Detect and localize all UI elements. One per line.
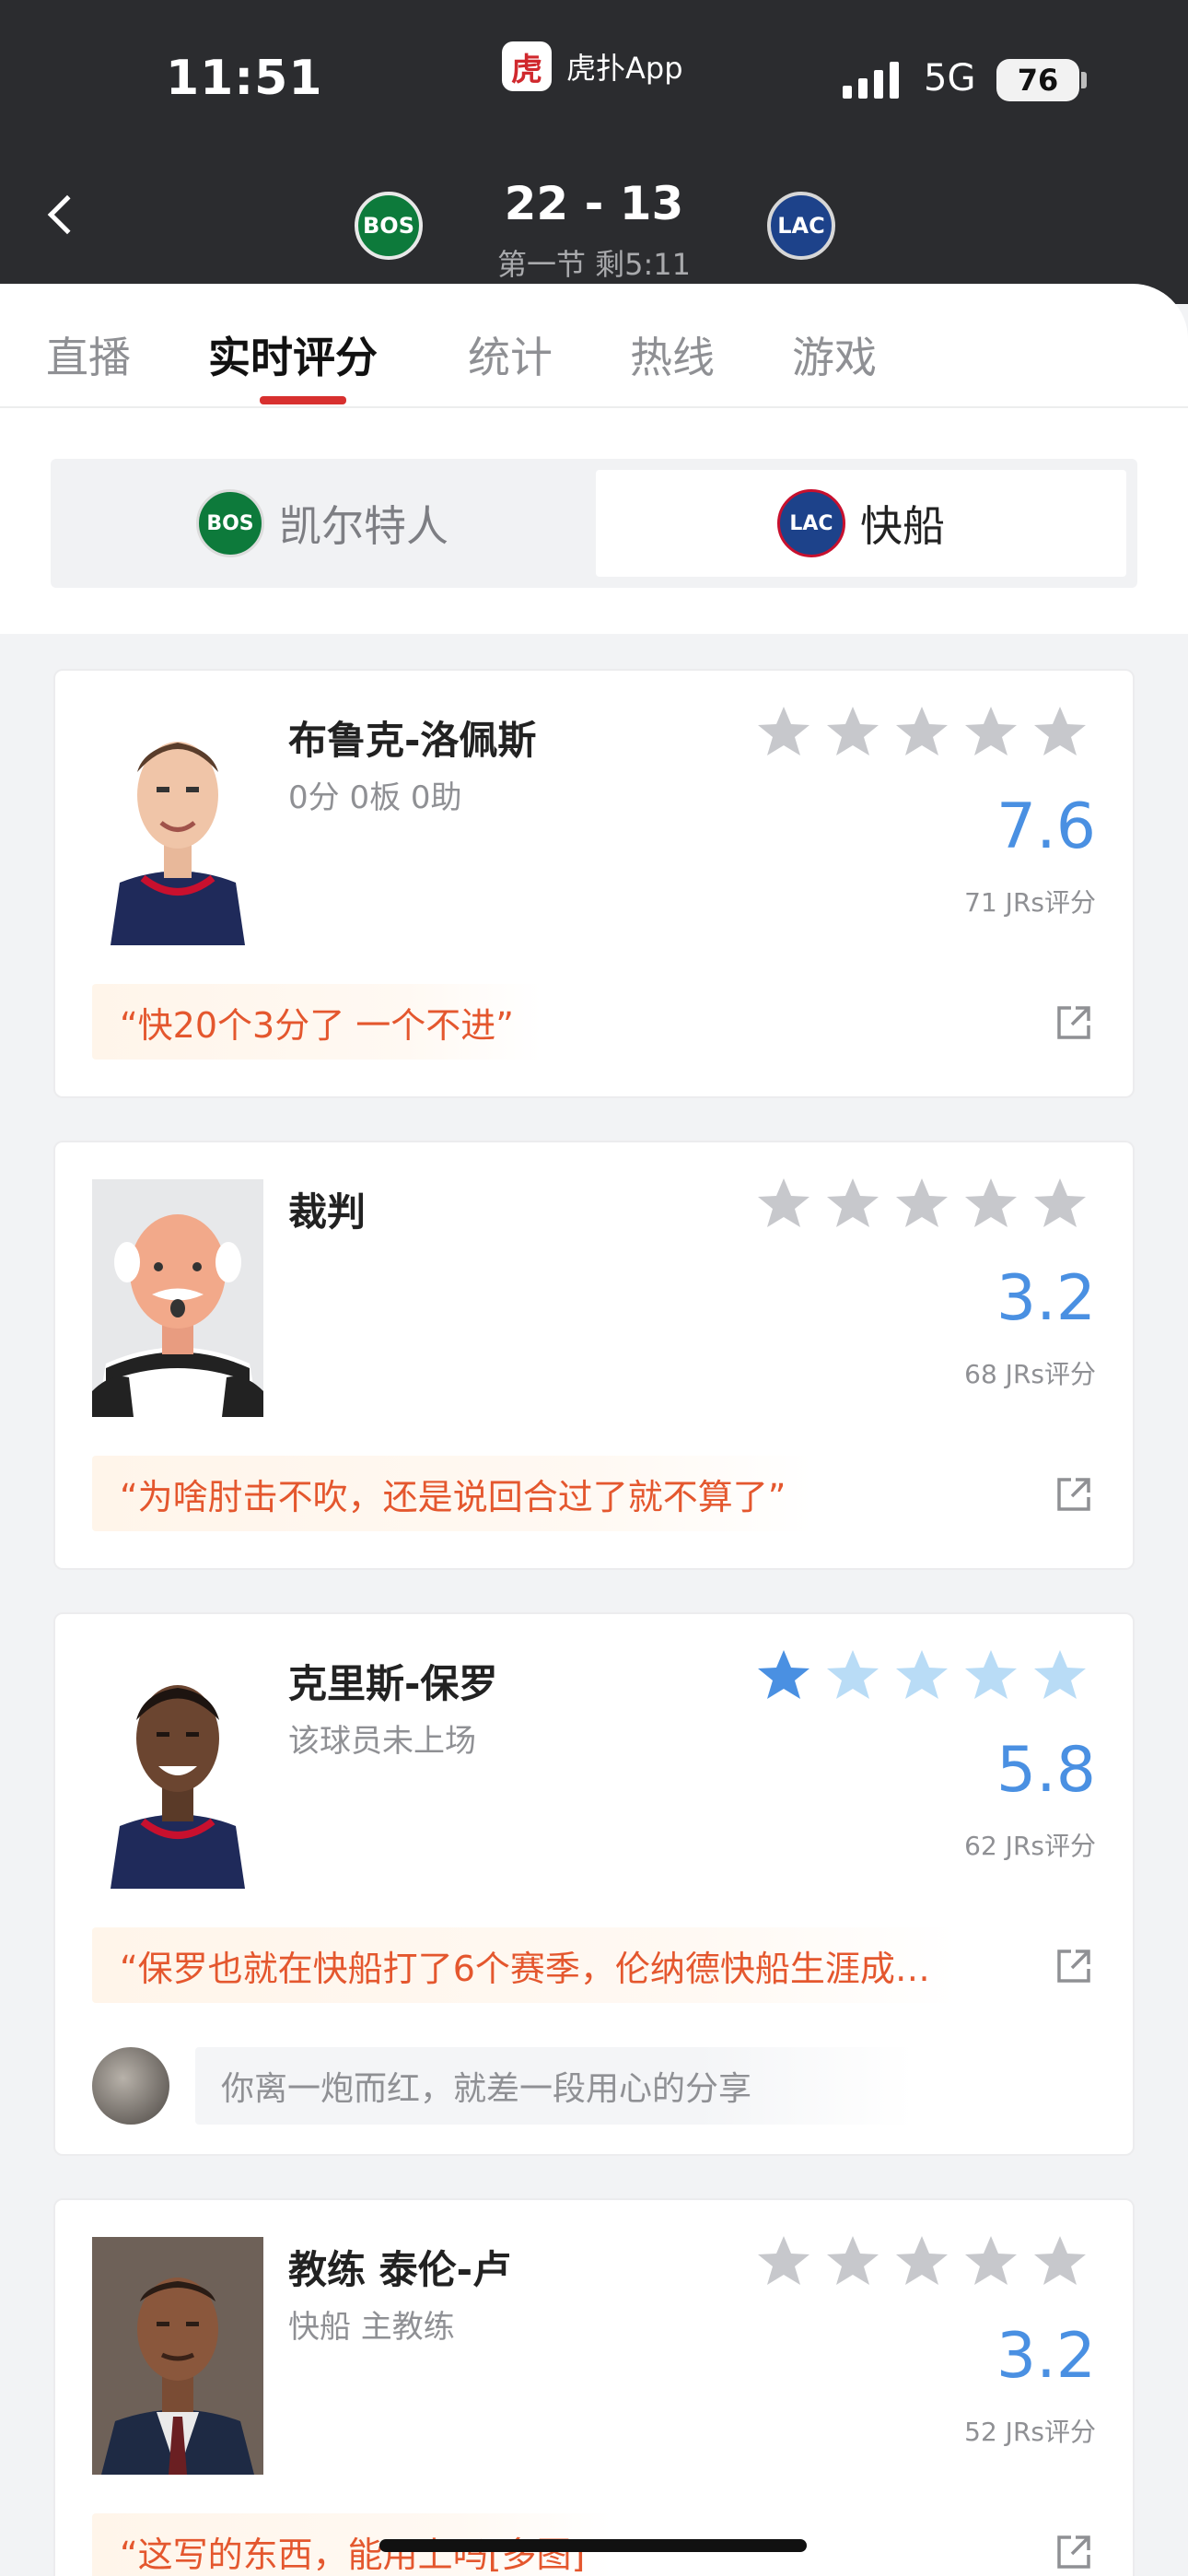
star-icon[interactable] [962,2233,1019,2290]
comment-input[interactable]: 你离一炮而红，就差一段用心的分享 [195,2047,914,2125]
star-icon[interactable] [755,1647,812,1704]
team-name: 快船 [860,501,945,551]
star-icon[interactable] [824,1176,881,1233]
star-rating[interactable] [755,2233,1089,2290]
clippers-logo-icon: LAC [777,489,845,557]
star-icon[interactable] [755,1176,812,1233]
player-avatar [92,708,263,945]
star-icon[interactable] [893,704,950,761]
share-icon[interactable] [1055,1476,1092,1513]
rating-count: 62 JRs评分 [964,1831,1096,1861]
referee-avatar [92,1179,263,1417]
coach-avatar [92,2237,263,2475]
rating-count: 68 JRs评分 [964,1359,1096,1389]
player-name: 克里斯-保罗 [288,1661,498,1706]
star-icon[interactable] [893,1176,950,1233]
share-icon[interactable] [1055,1004,1092,1041]
star-icon[interactable] [824,2233,881,2290]
rating-card[interactable]: 布鲁克-洛佩斯 0分 0板 0助 7.6 71 JRs评分 “快20个3分了 一… [53,669,1135,1098]
app-indicator: 虎 虎扑App [502,41,683,91]
battery-icon: 76 [996,59,1079,101]
star-icon[interactable] [962,1647,1019,1704]
battery-tip [1081,72,1087,88]
star-rating[interactable] [755,1176,1089,1233]
star-icon[interactable] [824,704,881,761]
star-icon[interactable] [824,1647,881,1704]
team-name: 凯尔特人 [279,501,448,551]
clippers-logo-icon[interactable]: LAC [767,192,835,260]
player-name: 布鲁克-洛佩斯 [288,718,537,763]
game-header: 11:51 虎 虎扑App 5G 76 BOS 22 - 13 第一节 剩5:1… [0,0,1188,304]
star-icon[interactable] [755,2233,812,2290]
top-comment[interactable]: “为啥肘击不吹，还是说回合过了就不算了” [92,1456,814,1531]
share-icon[interactable] [1055,2534,1092,2570]
average-rating: 3.2 [996,2320,1096,2393]
comment-composer: 你离一炮而红，就差一段用心的分享 [92,2047,914,2125]
star-icon[interactable] [1031,1647,1089,1704]
star-icon[interactable] [1031,2233,1089,2290]
active-tab-indicator [260,396,346,404]
player-stats: 0分 0板 0助 [288,779,462,816]
rating-card[interactable]: 克里斯-保罗 该球员未上场 5.8 62 JRs评分 “保罗也就在快船打了6个赛… [53,1612,1135,2156]
star-icon[interactable] [962,1176,1019,1233]
star-icon[interactable] [893,1647,950,1704]
tab-games[interactable]: 游戏 [792,324,877,385]
rating-count: 71 JRs评分 [964,887,1096,918]
average-rating: 3.2 [996,1262,1096,1335]
rating-count: 52 JRs评分 [964,2417,1096,2447]
star-rating[interactable] [755,704,1089,761]
share-icon[interactable] [1055,1948,1092,1985]
player-stats: 该球员未上场 [288,1723,476,1760]
star-icon[interactable] [1031,704,1089,761]
top-comment[interactable]: “保罗也就在快船打了6个赛季，伦纳德快船生涯成… [92,1927,958,2003]
tab-live-rating[interactable]: 实时评分 [208,324,378,385]
team-clippers-button[interactable]: LAC 快船 [596,470,1126,577]
app-name: 虎扑App [566,51,683,86]
signal-icon [843,60,899,99]
average-rating: 7.6 [996,790,1096,863]
home-indicator [379,2539,807,2552]
network-type: 5G [924,57,976,100]
tab-hotline[interactable]: 热线 [630,324,715,385]
player-avatar [92,1651,263,1889]
average-rating: 5.8 [996,1734,1096,1807]
star-icon[interactable] [1031,1176,1089,1233]
player-stats: 快船 主教练 [288,2309,455,2346]
tab-stats[interactable]: 统计 [468,324,553,385]
tab-bar: 直播 实时评分 统计 热线 游戏 [0,284,1188,408]
team-celtics-button[interactable]: BOS 凯尔特人 [51,470,594,577]
tab-live[interactable]: 直播 [46,324,131,385]
star-icon[interactable] [893,2233,950,2290]
user-avatar[interactable] [92,2047,169,2125]
player-name: 裁判 [288,1189,367,1235]
battery-level: 76 [1017,63,1059,98]
top-comment[interactable]: “快20个3分了 一个不进” [92,984,542,1060]
rating-card[interactable]: 裁判 3.2 68 JRs评分 “为啥肘击不吹，还是说回合过了就不算了” [53,1141,1135,1570]
star-rating[interactable] [755,1647,1089,1704]
celtics-logo-icon: BOS [196,489,264,557]
player-name: 教练 泰伦-卢 [288,2247,512,2292]
hupu-logo-icon: 虎 [502,41,552,91]
status-time: 11:51 [166,51,323,106]
game-period: 第一节 剩5:11 [496,247,692,282]
rating-card[interactable]: 教练 泰伦-卢 快船 主教练 3.2 52 JRs评分 “这写的东西，能用上吗[… [53,2198,1135,2576]
game-score: 22 - 13 [504,177,684,230]
team-switch: BOS 凯尔特人 LAC 快船 [51,459,1137,588]
star-icon[interactable] [755,704,812,761]
team-switch-area: BOS 凯尔特人 LAC 快船 [0,408,1188,634]
star-icon[interactable] [962,704,1019,761]
